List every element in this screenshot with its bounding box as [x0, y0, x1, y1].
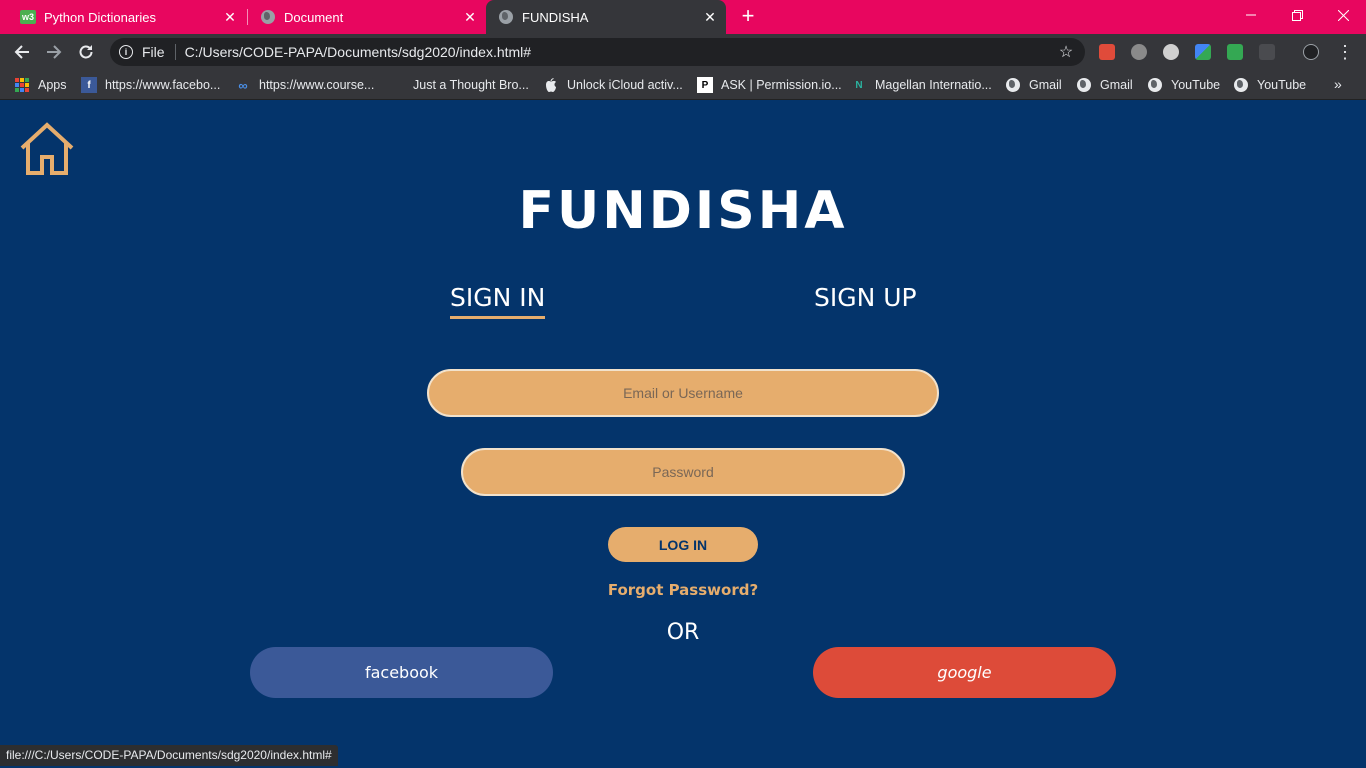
- multicolor-extension-icon[interactable]: [1195, 44, 1211, 60]
- more-bookmarks-icon[interactable]: »: [1334, 76, 1342, 92]
- fundisha-page: FUNDISHA SIGN IN SIGN UP LOG IN Forgot P…: [0, 101, 1366, 768]
- bookmark-label: ASK | Permission.io...: [721, 78, 842, 92]
- bookmark-star-icon[interactable]: ☆: [1056, 42, 1076, 62]
- reload-icon: [79, 45, 93, 59]
- globe-icon: [1233, 77, 1249, 93]
- permission-p-icon: P: [697, 77, 713, 93]
- tab-title: Document: [284, 9, 344, 25]
- tab-title: Python Dictionaries: [44, 9, 156, 25]
- bookmark-apps[interactable]: Apps: [14, 76, 67, 94]
- tab-strip: w3 Python Dictionaries ✕ Document ✕ FUND…: [0, 0, 1366, 34]
- bookmark-unlock-icloud[interactable]: Unlock iCloud activ...: [543, 76, 683, 94]
- menu-kebab-icon[interactable]: ⋮: [1336, 38, 1354, 66]
- apple-icon: [543, 77, 559, 93]
- address-divider: [174, 44, 176, 60]
- apps-grid-icon: [14, 77, 30, 93]
- bookmark-just-a-thought[interactable]: Just a Thought Bro...: [389, 76, 529, 94]
- blank-page-icon: [389, 77, 405, 93]
- bookmark-magellan[interactable]: N Magellan Internatio...: [851, 76, 992, 94]
- w3schools-icon: w3: [20, 10, 36, 24]
- reload-button[interactable]: [72, 38, 100, 66]
- bookmark-youtube-2[interactable]: YouTube: [1233, 76, 1306, 94]
- globe-icon: [498, 9, 514, 25]
- close-icon[interactable]: ✕: [460, 7, 480, 27]
- back-arrow-icon: [14, 45, 29, 59]
- tab-title: FUNDISHA: [522, 9, 589, 25]
- brand-title: FUNDISHA: [518, 181, 848, 241]
- bookmark-youtube[interactable]: YouTube: [1147, 76, 1220, 94]
- facebook-icon: f: [81, 77, 97, 93]
- info-icon[interactable]: i: [119, 45, 133, 59]
- close-icon[interactable]: ✕: [700, 7, 720, 27]
- close-icon[interactable]: ✕: [220, 7, 240, 27]
- google-login-button[interactable]: google: [813, 647, 1116, 698]
- bookmark-label: https://www.facebo...: [105, 78, 221, 92]
- bookmark-label: Unlock iCloud activ...: [567, 78, 683, 92]
- flash-extension-icon[interactable]: [1099, 44, 1115, 60]
- bookmark-label: Magellan Internatio...: [875, 78, 992, 92]
- bookmark-label: Apps: [38, 78, 67, 92]
- browser-toolbar: i File C:/Users/CODE-PAPA/Documents/sdg2…: [0, 34, 1366, 70]
- email-username-input[interactable]: [427, 369, 939, 417]
- tab-python-dictionaries[interactable]: w3 Python Dictionaries ✕: [0, 0, 246, 34]
- bookmark-ask-permission[interactable]: P ASK | Permission.io...: [697, 76, 842, 94]
- or-divider-text: OR: [666, 620, 700, 645]
- close-icon: [1337, 9, 1349, 21]
- bookmark-coursera[interactable]: ∞ https://www.course...: [235, 76, 374, 94]
- restore-button[interactable]: [1274, 0, 1320, 30]
- home-icon[interactable]: [18, 121, 76, 177]
- coursera-icon: ∞: [238, 77, 248, 93]
- minimize-icon: [1246, 14, 1256, 16]
- forgot-password-link[interactable]: Forgot Password?: [0, 581, 1366, 599]
- gray-extension-icon[interactable]: [1131, 44, 1147, 60]
- login-button[interactable]: LOG IN: [608, 527, 758, 562]
- compass-extension-icon[interactable]: [1163, 44, 1179, 60]
- restore-icon: [1291, 9, 1303, 21]
- password-input[interactable]: [461, 448, 905, 496]
- forward-arrow-icon: [47, 45, 62, 59]
- profile-avatar-icon[interactable]: [1303, 44, 1319, 60]
- bookmark-label: YouTube: [1171, 78, 1221, 92]
- bookmarks-bar: Apps f https://www.facebo... ∞ https://w…: [0, 70, 1366, 100]
- bookmark-label: Just a Thought Bro...: [413, 78, 529, 92]
- globe-icon: [1005, 77, 1021, 93]
- address-scheme-label: File: [142, 44, 165, 60]
- bookmark-label: Gmail: [1100, 78, 1133, 92]
- bookmark-label: YouTube: [1257, 78, 1307, 92]
- facebook-login-button[interactable]: facebook: [250, 647, 553, 698]
- globe-icon: [260, 9, 276, 25]
- address-bar[interactable]: i File C:/Users/CODE-PAPA/Documents/sdg2…: [110, 38, 1085, 66]
- minimize-button[interactable]: [1228, 0, 1274, 30]
- bookmark-gmail-2[interactable]: Gmail: [1076, 76, 1133, 94]
- doc-extension-icon[interactable]: [1259, 44, 1275, 60]
- sheets-extension-icon[interactable]: [1227, 44, 1243, 60]
- tab-sign-up[interactable]: SIGN UP: [814, 283, 917, 312]
- bookmark-label: Gmail: [1029, 78, 1062, 92]
- bookmark-gmail[interactable]: Gmail: [1005, 76, 1062, 94]
- forward-button[interactable]: [40, 38, 68, 66]
- magellan-icon: N: [855, 79, 863, 91]
- new-tab-button[interactable]: +: [736, 5, 760, 29]
- globe-icon: [1147, 77, 1163, 93]
- tab-sign-in[interactable]: SIGN IN: [450, 283, 546, 319]
- close-window-button[interactable]: [1320, 0, 1366, 30]
- status-bar-url: file:///C:/Users/CODE-PAPA/Documents/sdg…: [0, 745, 338, 766]
- globe-icon: [1076, 77, 1092, 93]
- address-url[interactable]: C:/Users/CODE-PAPA/Documents/sdg2020/ind…: [185, 44, 1056, 60]
- bookmark-facebook[interactable]: f https://www.facebo...: [81, 76, 220, 94]
- bookmark-label: https://www.course...: [259, 78, 375, 92]
- tab-fundisha[interactable]: FUNDISHA ✕: [486, 0, 726, 34]
- back-button[interactable]: [8, 38, 36, 66]
- tab-document[interactable]: Document ✕: [248, 0, 486, 34]
